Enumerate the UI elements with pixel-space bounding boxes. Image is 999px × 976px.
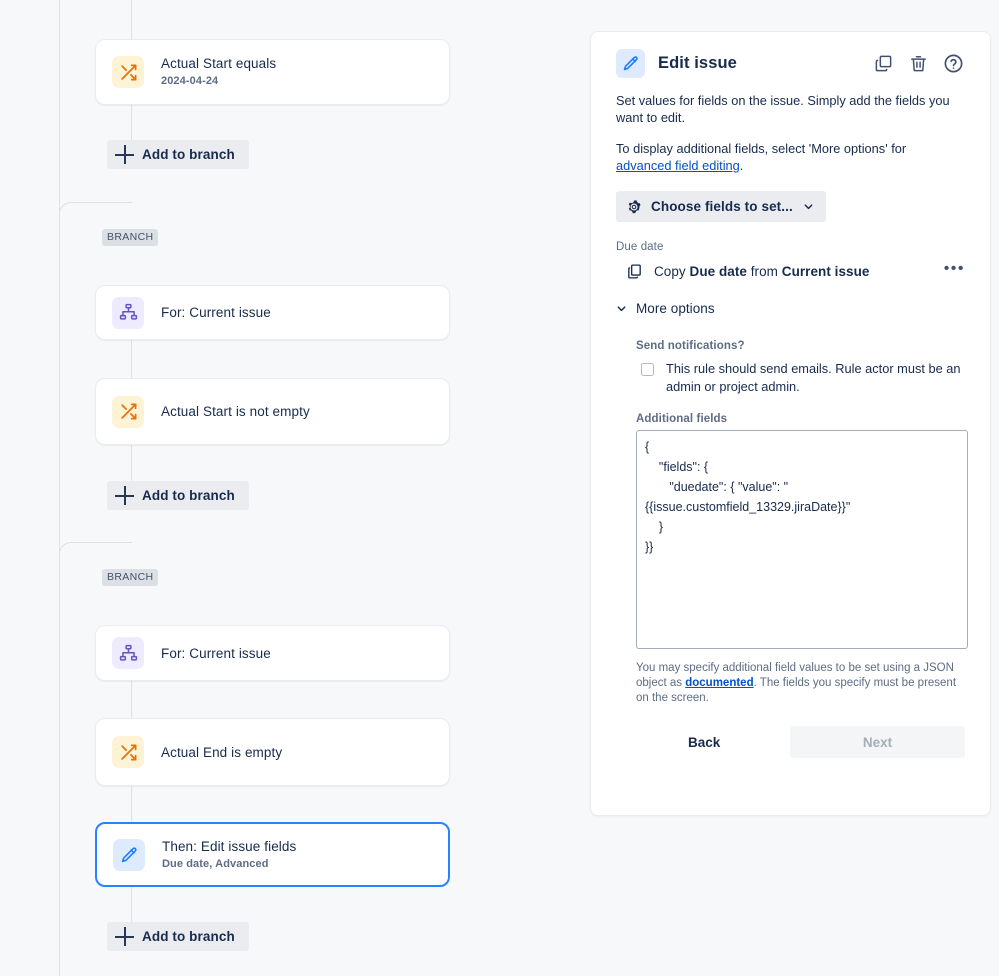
shuffle-icon (112, 736, 144, 768)
rule-node-text: For: Current issue (161, 304, 271, 321)
send-notifications-label: Send notifications? (636, 340, 745, 352)
back-button[interactable]: Back (678, 729, 730, 756)
additional-fields-label: Additional fields (636, 413, 728, 425)
panel-footer-buttons: Back Next (636, 726, 965, 758)
branch-badge: BRANCH (102, 229, 159, 246)
send-notifications-row[interactable]: This rule should send emails. Rule actor… (636, 360, 965, 396)
branch-hierarchy-icon (112, 296, 144, 329)
branch-badge: BRANCH (102, 569, 159, 586)
rule-node-title: Actual End is empty (161, 744, 283, 760)
edit-pencil-icon (113, 838, 145, 871)
plus-icon (115, 145, 134, 164)
advanced-field-editing-link[interactable]: advanced field editing (616, 158, 740, 173)
more-options-label: More options (636, 301, 715, 316)
rule-node-then-edit-issue-fields[interactable]: Then: Edit issue fields Due date, Advanc… (95, 822, 450, 887)
add-to-branch-button[interactable]: Add to branch (107, 481, 249, 510)
rule-node-actual-start-not-empty[interactable]: Actual Start is not empty (95, 378, 450, 445)
add-to-branch-label: Add to branch (142, 488, 235, 503)
add-to-branch-label: Add to branch (142, 147, 235, 162)
duplicate-icon[interactable] (872, 52, 895, 75)
more-options-content: Send notifications? This rule should sen… (616, 340, 968, 758)
plus-icon (115, 486, 134, 505)
rule-node-text: Then: Edit issue fields Due date, Advanc… (162, 838, 296, 872)
additional-fields-textarea[interactable] (636, 430, 968, 649)
branch-hierarchy-icon (112, 637, 144, 669)
rule-node-title: Then: Edit issue fields (162, 838, 297, 854)
documented-link[interactable]: documented (685, 677, 753, 689)
trash-icon[interactable] (907, 52, 930, 75)
copy-source: Current issue (781, 264, 870, 279)
tree-trunk-line (59, 0, 60, 976)
rule-node-text: Actual Start equals 2024-04-24 (161, 55, 276, 89)
connector-line (131, 0, 132, 40)
panel-description-1: Set values for fields on the issue. Simp… (616, 93, 950, 125)
panel-header-actions (872, 52, 965, 75)
rule-node-actual-end-is-empty[interactable]: Actual End is empty (95, 718, 450, 786)
edit-pencil-icon (616, 49, 645, 78)
add-to-branch-label: Add to branch (142, 929, 235, 944)
rule-node-title: For: Current issue (161, 305, 271, 320)
connector-line (131, 340, 132, 378)
copy-pre: Copy (654, 264, 690, 279)
rule-tree: Actual Start equals 2024-04-24 Add to br… (0, 0, 580, 976)
panel-header: Edit issue (616, 49, 965, 78)
due-date-copy-row[interactable]: Copy Due date from Current issue ••• (616, 260, 965, 280)
add-to-branch-button[interactable]: Add to branch (107, 140, 249, 169)
rule-node-text: For: Current issue (161, 645, 271, 662)
rule-node-title: For: Current issue (161, 645, 271, 661)
send-notifications-text: This rule should send emails. Rule actor… (666, 361, 961, 394)
copy-mid: from (746, 264, 782, 279)
next-button[interactable]: Next (790, 726, 965, 758)
additional-fields-help-text: You may specify additional field values … (636, 661, 968, 706)
rule-node-subtitle: 2024-04-24 (161, 75, 219, 87)
page-title: Edit issue (658, 54, 737, 72)
connector-line (131, 681, 132, 718)
rule-node-text: Actual Start is not empty (161, 403, 310, 420)
due-date-section-label: Due date (616, 241, 664, 253)
shuffle-icon (112, 56, 144, 88)
copy-field-name: Due date (689, 264, 747, 279)
copy-row-text: Copy Due date from Current issue (654, 264, 869, 279)
plus-icon (115, 927, 134, 946)
gear-icon (626, 199, 642, 215)
rule-node-for-current-issue-2[interactable]: For: Current issue (95, 625, 450, 681)
send-notifications-checkbox[interactable] (641, 363, 654, 376)
copy-icon (626, 263, 643, 280)
desc2-pre: To display additional fields, select 'Mo… (616, 141, 907, 156)
shuffle-icon (112, 395, 144, 428)
panel-description-2: To display additional fields, select 'Mo… (616, 140, 965, 174)
more-options-toggle[interactable]: More options (616, 301, 965, 316)
help-circle-icon[interactable] (942, 52, 965, 75)
automation-rule-editor: Actual Start equals 2024-04-24 Add to br… (0, 0, 999, 976)
rule-node-for-current-issue-1[interactable]: For: Current issue (95, 285, 450, 340)
chevron-down-icon (616, 303, 627, 314)
connector-line (131, 887, 132, 922)
chevron-down-icon (803, 201, 814, 212)
rule-node-subtitle: Due date, Advanced (162, 857, 269, 870)
copy-row-more-menu[interactable]: ••• (944, 260, 965, 280)
rule-node-title: Actual Start equals (161, 56, 277, 71)
rule-node-text: Actual End is empty (161, 744, 282, 761)
choose-fields-label: Choose fields to set... (651, 199, 793, 214)
choose-fields-to-set-dropdown[interactable]: Choose fields to set... (616, 191, 826, 222)
connector-line (131, 786, 132, 822)
add-to-branch-button[interactable]: Add to branch (107, 922, 249, 951)
rule-node-actual-start-equals[interactable]: Actual Start equals 2024-04-24 (95, 39, 450, 105)
edit-issue-panel: Edit issue Set values for fields on the … (590, 31, 991, 816)
additional-fields-input-wrap (636, 430, 968, 654)
rule-node-title: Actual Start is not empty (161, 404, 310, 419)
desc2-post: . (739, 158, 744, 173)
